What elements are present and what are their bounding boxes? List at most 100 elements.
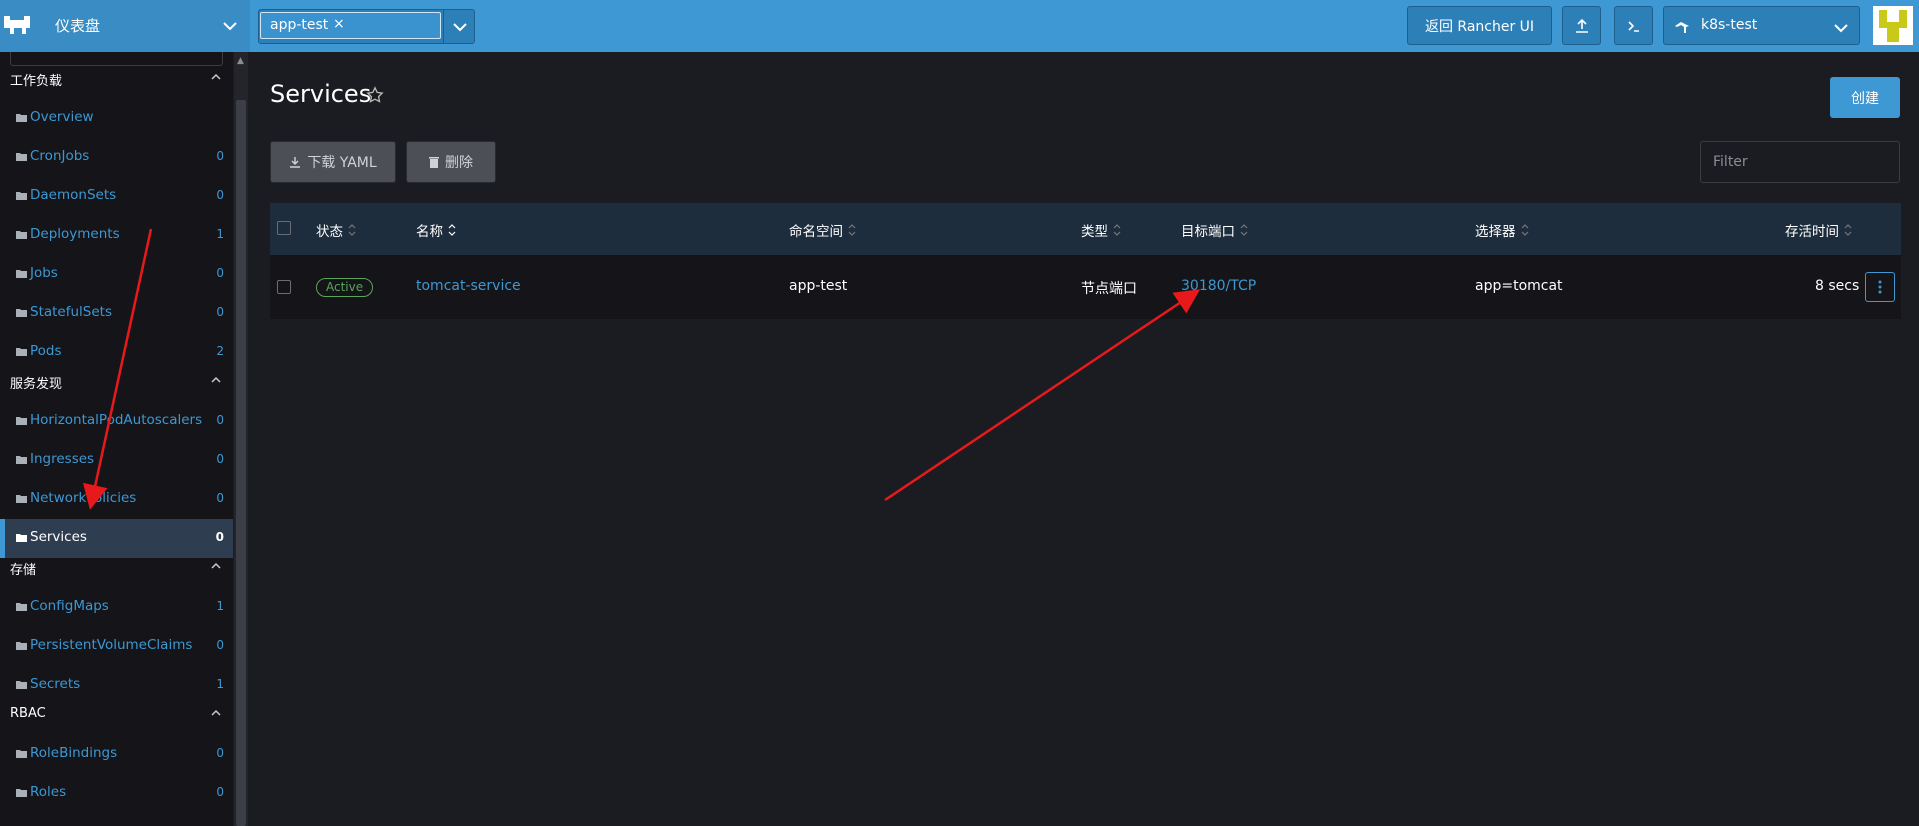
sort-icon [448,224,456,236]
column-header-label: 选择器 [1475,224,1516,240]
sidebar-item-roles[interactable]: Roles 0 [0,774,233,813]
trash-icon [429,157,439,168]
sort-icon [1113,224,1121,236]
sidebar-item-jobs[interactable]: Jobs 0 [0,255,233,294]
folder-icon [16,789,27,797]
brand-title: 仪表盘 [55,17,101,35]
folder-icon [16,114,27,122]
sort-icon [1521,224,1528,236]
sidebar-search-input[interactable] [10,52,223,66]
avatar[interactable] [1873,6,1913,45]
sidebar-item-overview[interactable]: Overview [0,99,233,138]
column-header-type[interactable]: 类型 [1081,220,1121,240]
selector-cell: app=tomcat [1475,278,1563,294]
more-vertical-icon [1878,280,1882,294]
sort-icon [848,224,856,236]
chevron-down-icon [1834,24,1848,33]
namespace-tag: app-test × [260,12,441,39]
download-yaml-button[interactable]: 下载 YAML [270,141,396,183]
sidebar-group-label: 服务发现 [10,377,63,392]
sidebar-item-cronjobs[interactable]: CronJobs 0 [0,138,233,177]
folder-icon [16,153,27,161]
sidebar-item-pods[interactable]: Pods 2 [0,333,233,372]
sidebar-item-count: 1 [216,677,224,691]
column-header-selector[interactable]: 选择器 [1475,220,1529,240]
sidebar-item-label: Jobs [30,265,58,281]
sidebar-item-count: 0 [216,452,224,466]
column-header-target-port[interactable]: 目标端口 [1181,220,1248,240]
sidebar-item-statefulsets[interactable]: StatefulSets 0 [0,294,233,333]
sidebar-scrollbar-thumb[interactable] [236,100,246,826]
column-header-label: 存活时间 [1785,224,1839,240]
folder-icon [16,495,27,503]
delete-button[interactable]: 删除 [406,141,496,183]
folder-icon [16,603,27,611]
select-all-checkbox[interactable] [277,221,291,235]
column-header-name[interactable]: 名称 [416,220,456,240]
scroll-up-icon[interactable]: ▲ [237,56,244,66]
sidebar-item-label: StatefulSets [30,304,112,320]
sidebar-group-header[interactable]: 服务发现 [10,373,223,393]
favorite-star-icon[interactable] [366,86,384,104]
page-title: Services [270,80,372,108]
sidebar-item-count: 0 [216,149,224,163]
upload-icon [1575,18,1588,33]
namespace-cell: app-test [789,278,848,294]
annotation-arrows [83,228,1201,510]
service-name-link[interactable]: tomcat-service [416,278,521,294]
sidebar-group-header[interactable]: 存储 [10,559,223,579]
column-header-age[interactable]: 存活时间 [1785,220,1852,240]
download-icon [290,157,301,168]
column-header-label: 名称 [416,224,443,240]
chevron-up-icon [211,709,221,716]
remove-namespace-icon[interactable]: × [333,16,345,32]
folder-icon [16,192,27,200]
brand-menu[interactable]: 仪表盘 [0,0,250,52]
sidebar-item-services[interactable]: Services 0 [0,519,233,558]
sidebar-item-ingresses[interactable]: Ingresses 0 [0,441,233,480]
sidebar-item-horizontalpodautoscalers[interactable]: HorizontalPodAutoscalers 0 [0,402,233,441]
target-port-link[interactable]: 30180/TCP [1181,278,1256,294]
sidebar-item-label: Deployments [30,226,120,242]
sidebar-item-count: 2 [216,344,224,358]
sidebar-item-count: 0 [216,305,224,319]
chevron-up-icon [211,73,221,80]
sidebar-item-count: 0 [216,413,224,427]
age-cell: 8 secs [1815,278,1860,294]
filter-input[interactable] [1700,141,1900,183]
chevron-down-icon[interactable] [221,17,239,35]
sidebar-item-configmaps[interactable]: ConfigMaps 1 [0,588,233,627]
back-to-rancher-button[interactable]: 返回 Rancher UI [1407,6,1552,45]
kubectl-shell-button[interactable] [1614,6,1653,45]
sidebar-item-rolebindings[interactable]: RoleBindings 0 [0,735,233,774]
row-actions-button[interactable] [1865,272,1895,302]
sidebar: 工作负载 Overview CronJobs 0 DaemonSets 0 Deployme… [0,52,233,826]
sidebar-item-networkpolicies[interactable]: NetworkPolicies 0 [0,480,233,519]
annotation-arrow-port [884,289,1201,502]
sidebar-group-header[interactable]: 工作负载 [10,70,223,90]
sidebar-group-label: RBAC [10,706,46,721]
sidebar-group-header[interactable]: RBAC [10,706,223,726]
cluster-select[interactable]: k8s-test [1663,6,1860,45]
column-header-namespace[interactable]: 命名空间 [789,220,856,240]
sidebar-item-count: 0 [216,638,224,652]
sidebar-group-label: 存储 [10,563,37,578]
sidebar-item-label: Ingresses [30,451,95,467]
sidebar-item-persistentvolumeclaims[interactable]: PersistentVolumeClaims 0 [0,627,233,666]
cluster-icon [1675,22,1689,33]
sidebar-item-label: Roles [30,784,67,800]
cluster-name: k8s-test [1701,17,1758,33]
folder-icon [16,309,27,317]
chevron-up-icon [211,376,221,383]
chevron-down-icon[interactable] [451,18,469,36]
column-header-label: 目标端口 [1181,224,1235,240]
sidebar-item-deployments[interactable]: Deployments 1 [0,216,233,255]
create-button[interactable]: 创建 [1830,77,1900,118]
import-yaml-button[interactable] [1562,6,1601,45]
column-header-status[interactable]: 状态 [316,220,356,240]
sidebar-item-count: 0 [216,785,224,799]
row-checkbox[interactable] [277,280,291,294]
sidebar-item-daemonsets[interactable]: DaemonSets 0 [0,177,233,216]
sidebar-item-secrets[interactable]: Secrets 1 [0,666,233,705]
sidebar-item-label: ConfigMaps [30,598,109,614]
